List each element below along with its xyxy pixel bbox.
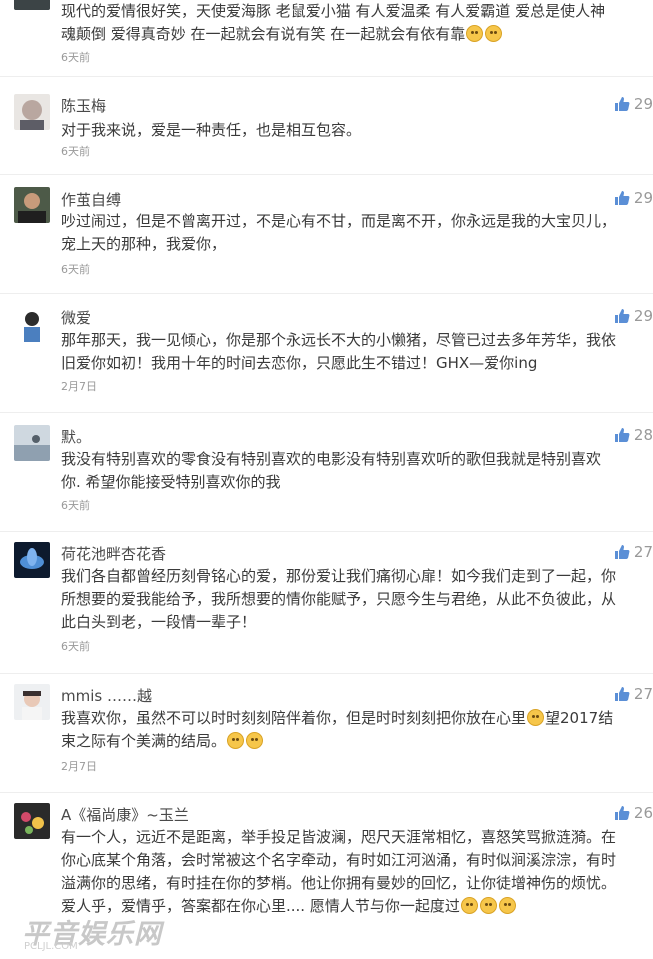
like-button[interactable]: 29 — [614, 189, 653, 207]
comment-line: 旧爱你如初！我用十年的时间去恋你，只愿此生不错过！GHX—爱你ing — [61, 354, 538, 372]
avatar[interactable] — [14, 425, 50, 461]
comment-line: 对于我来说，爱是一种责任，也是相互包容。 — [61, 121, 362, 139]
like-count: 29 — [633, 307, 653, 325]
avatar[interactable] — [14, 542, 50, 578]
comment-line: 我们各自都曾经历刻骨铭心的爱，那份爱让我们痛彻心扉！如今我们走到了一起，你 — [61, 567, 617, 585]
thumbs-up-icon — [614, 191, 630, 205]
avatar[interactable] — [14, 803, 50, 839]
comment-line: 我喜欢你，虽然不可以时时刻刻陪伴着你，但是时时刻刻把你放在心里 望2017结 — [61, 709, 614, 727]
comment-time: 6天前 — [61, 263, 90, 276]
comment-line: 我没有特别喜欢的零食没有特别喜欢的电影没有特别喜欢听的歌但我就是特别喜欢 — [61, 450, 602, 468]
comment-text: 那年那天，我一见倾心，你是那个永远长不大的小懒猪，尽管已过去多年芳华，我依 旧爱… — [61, 329, 653, 375]
like-button[interactable]: 28 — [614, 426, 653, 444]
avatar[interactable] — [14, 187, 50, 223]
thumbs-up-icon — [614, 806, 630, 820]
comment-line: 宠上天的那种，我爱你， — [61, 235, 227, 253]
like-count: 27 — [633, 543, 653, 561]
heart-eyes-emoji-icon — [460, 897, 478, 914]
comment-line: 你心底某个角落，会时常被这个名字牵动，有时如江河汹涌，有时似涧溪淙淙，有时 — [61, 851, 617, 869]
comment-line: 束之际有个美满的结局。 — [61, 730, 653, 753]
comment-username[interactable]: A《福尚康》~玉兰 — [61, 804, 189, 825]
comment-username[interactable]: 陈玉梅 — [61, 95, 106, 116]
comment-time: 6天前 — [61, 51, 90, 64]
comment-time: 6天前 — [61, 499, 90, 512]
comment-time: 6天前 — [61, 145, 90, 158]
comment-username[interactable]: mmis ……越 — [61, 685, 152, 706]
avatar[interactable] — [14, 684, 50, 720]
comment-text: 吵过闹过，但是不曾离开过，不是心有不甘，而是离不开，你永远是我的大宝贝儿， 宠上… — [61, 210, 653, 256]
comment-line: 有一个人，远近不是距离，举手投足皆波澜，咫尺天涯常相忆，喜怒笑骂掀涟漪。在 — [61, 828, 617, 846]
comment-line: 那年那天，我一见倾心，你是那个永远长不大的小懒猪，尽管已过去多年芳华，我依 — [61, 331, 617, 349]
thumbs-up-icon — [614, 309, 630, 323]
comment-line: 吵过闹过，但是不曾离开过，不是心有不甘，而是离不开，你永远是我的大宝贝儿， — [61, 212, 617, 230]
smile-emoji-icon — [527, 709, 545, 726]
comment-time: 6天前 — [61, 640, 90, 653]
watermark-url: PCLJL.COM — [24, 941, 78, 952]
comment-item: 陈玉梅 29 对于我来说，爱是一种责任，也是相互包容。 6天前 — [0, 77, 653, 175]
comment-text: 有一个人，远近不是距离，举手投足皆波澜，咫尺天涯常相忆，喜怒笑骂掀涟漪。在 你心… — [61, 826, 653, 918]
comment-time: 2月7日 — [61, 380, 97, 393]
heart-eyes-emoji-icon — [479, 897, 497, 914]
comment-line: 现代的爱情很好笑，天使爱海豚 老鼠爱小猫 有人爱温柔 有人爱霸道 爱总是使人神 — [61, 2, 606, 20]
like-count: 29 — [633, 95, 653, 113]
comment-username[interactable]: 荷花池畔杏花香 — [61, 543, 166, 564]
smile-emoji-icon — [485, 25, 503, 42]
comment-line: 魂颠倒 爱得真奇妙 在一起就会有说有笑 在一起就会有依有靠 — [61, 23, 653, 46]
like-button[interactable]: 27 — [614, 543, 653, 561]
comment-text: 现代的爱情很好笑，天使爱海豚 老鼠爱小猫 有人爱温柔 有人爱霸道 爱总是使人神 … — [61, 0, 653, 46]
avatar[interactable] — [14, 306, 50, 342]
comment-item: 作茧自缚 29 吵过闹过，但是不曾离开过，不是心有不甘，而是离不开，你永远是我的… — [0, 175, 653, 294]
comment-item: 微爱 29 那年那天，我一见倾心，你是那个永远长不大的小懒猪，尽管已过去多年芳华… — [0, 294, 653, 413]
thumbs-up-icon — [614, 687, 630, 701]
avatar[interactable] — [14, 0, 50, 10]
like-count: 26 — [633, 804, 653, 822]
surprised-emoji-icon — [246, 732, 264, 749]
like-count: 29 — [633, 189, 653, 207]
comment-username[interactable]: 作茧自缚 — [61, 189, 121, 210]
comment-text: 对于我来说，爱是一种责任，也是相互包容。 — [61, 119, 653, 142]
like-button[interactable]: 29 — [614, 307, 653, 325]
comment-line: 此白头到老，一段情一辈子！ — [61, 613, 257, 631]
comment-text: 我喜欢你，虽然不可以时时刻刻陪伴着你，但是时时刻刻把你放在心里 望2017结 束之… — [61, 707, 653, 753]
comment-item: mmis ……越 27 我喜欢你，虽然不可以时时刻刻陪伴着你，但是时时刻刻把你放… — [0, 674, 653, 793]
smile-emoji-icon — [466, 25, 484, 42]
comment-line: 所想要的爱我能给予，我所想要的情你能赋予，只愿今生与君绝，从此不负彼此，从 — [61, 590, 617, 608]
thumbs-up-icon — [614, 545, 630, 559]
comment-text: 我没有特别喜欢的零食没有特别喜欢的电影没有特别喜欢听的歌但我就是特别喜欢 你. … — [61, 448, 653, 494]
comment-item: 现代的爱情很好笑，天使爱海豚 老鼠爱小猫 有人爱温柔 有人爱霸道 爱总是使人神 … — [0, 0, 653, 77]
like-button[interactable]: 29 — [614, 95, 653, 113]
heart-eyes-emoji-icon — [498, 897, 516, 914]
comment-item: 默。 28 我没有特别喜欢的零食没有特别喜欢的电影没有特别喜欢听的歌但我就是特别… — [0, 413, 653, 532]
comment-username[interactable]: 默。 — [61, 426, 91, 447]
comment-username[interactable]: 微爱 — [61, 307, 91, 328]
thumbs-up-icon — [614, 97, 630, 111]
like-count: 27 — [633, 685, 653, 703]
thumbs-up-icon — [614, 428, 630, 442]
like-count: 28 — [633, 426, 653, 444]
avatar[interactable] — [14, 94, 50, 130]
surprised-emoji-icon — [227, 732, 245, 749]
comment-item: 荷花池畔杏花香 27 我们各自都曾经历刻骨铭心的爱，那份爱让我们痛彻心扉！如今我… — [0, 532, 653, 674]
comment-line: 溢满你的思绪，有时挂在你的梦梢。他让你拥有曼妙的回忆，让你徒增神伤的烦忧。 — [61, 874, 617, 892]
like-button[interactable]: 27 — [614, 685, 653, 703]
like-button[interactable]: 26 — [614, 804, 653, 822]
comment-text: 我们各自都曾经历刻骨铭心的爱，那份爱让我们痛彻心扉！如今我们走到了一起，你 所想… — [61, 565, 653, 634]
comment-line: 你. 希望你能接受特别喜欢你的我 — [61, 473, 281, 491]
comment-time: 2月7日 — [61, 760, 97, 773]
